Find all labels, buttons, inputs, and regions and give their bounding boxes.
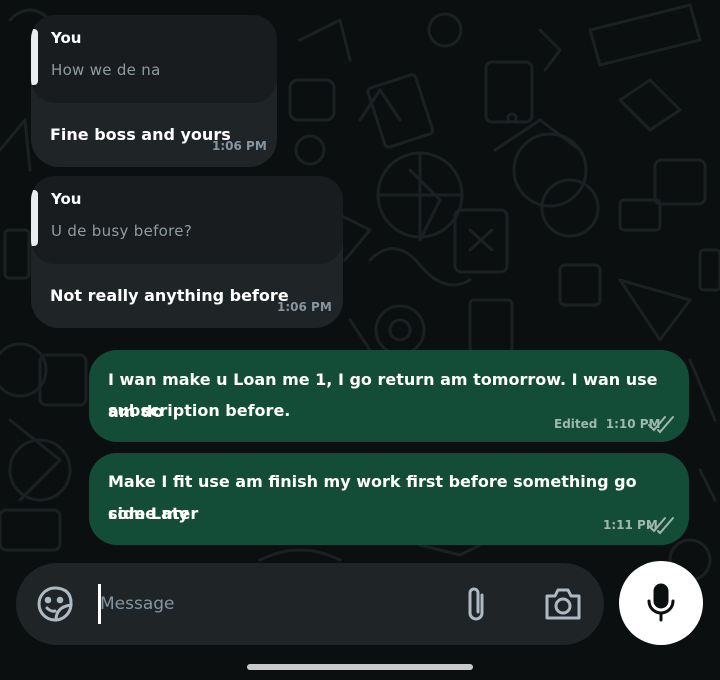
message-input[interactable] [100,585,430,623]
message-text-line: side Later [108,504,199,523]
paperclip-icon[interactable] [462,585,492,625]
sticker-icon[interactable] [36,585,74,623]
quote-accent-bar [31,190,38,246]
camera-icon[interactable] [543,586,583,622]
microphone-icon [647,583,675,622]
quote-text: U de busy before? [51,222,193,240]
quote-author: You [51,29,82,47]
reply-quote[interactable]: You How we de na [31,15,277,103]
message-timestamp: Edited 1:10 PM [554,417,661,431]
message-timestamp: 1:06 PM [277,300,332,314]
message-text: Not really anything before [50,286,289,305]
quote-text: How we de na [51,61,161,79]
outgoing-message[interactable]: Make I fit use am finish my work first b… [89,453,689,545]
outgoing-message[interactable]: I wan make u Loan me 1, I go return am t… [89,350,689,442]
double-check-icon [648,517,674,535]
message-text: Fine boss and yours [50,125,231,144]
incoming-message[interactable]: You How we de na Fine boss and yours 1:0… [31,15,277,167]
message-timestamp: 1:06 PM [212,139,267,153]
incoming-message[interactable]: You U de busy before? Not really anythin… [31,176,343,328]
quote-author: You [51,190,82,208]
gesture-home-indicator[interactable] [247,664,473,670]
voice-record-button[interactable] [619,561,703,645]
double-check-icon [648,416,674,434]
quote-accent-bar [31,29,38,85]
message-composer [16,563,604,645]
message-text-line: subscription before. [108,401,291,420]
reply-quote[interactable]: You U de busy before? [31,176,343,264]
